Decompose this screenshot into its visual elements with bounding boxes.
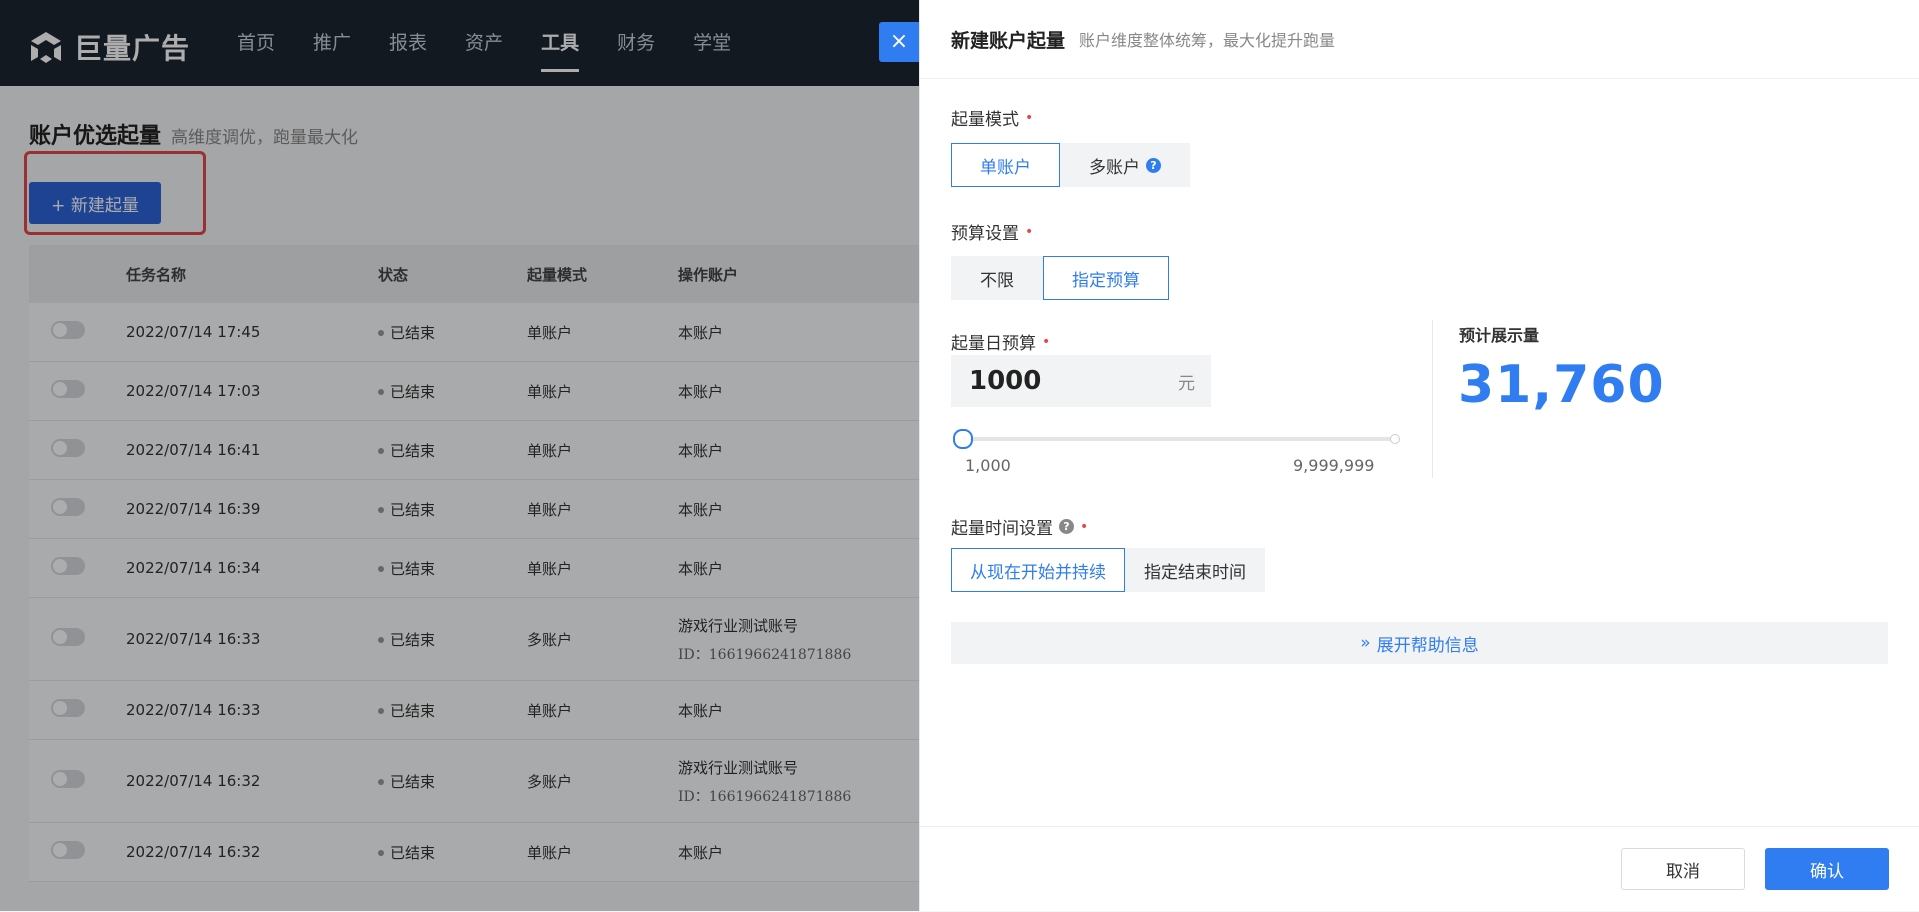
budget-slider-end-mark [1390, 434, 1400, 444]
time-setting-label-text: 起量时间设置 [951, 519, 1053, 539]
estimate-value: 31,760 [1458, 355, 1665, 415]
drawer-header: 新建账户起量 账户维度整体统筹，最大化提升跑量 [920, 0, 1919, 79]
confirm-button[interactable]: 确认 [1765, 848, 1889, 890]
drawer-title: 新建账户起量 [951, 29, 1066, 52]
budget-slider-handle[interactable] [953, 429, 973, 449]
expand-help-button[interactable]: » 展开帮助信息 [951, 622, 1888, 664]
daily-budget-unit: 元 [1178, 373, 1195, 394]
time-option-continuous[interactable]: 从现在开始并持续 [951, 548, 1125, 592]
help-question-icon[interactable]: ? [1059, 519, 1074, 534]
daily-budget-label: 起量日预算 • [951, 329, 1051, 355]
mode-option-multi[interactable]: 多账户 ? [1060, 143, 1190, 187]
daily-budget-input[interactable]: 1000 元 [951, 355, 1211, 407]
budget-option-unlimited-label: 不限 [980, 270, 1014, 291]
budget-label: 预算设置 • [951, 219, 1034, 245]
new-boost-drawer: 新建账户起量 账户维度整体统筹，最大化提升跑量 起量模式 • 单账户 多账户 ?… [919, 0, 1919, 911]
time-option-continuous-label: 从现在开始并持续 [970, 562, 1106, 583]
time-segmented-control: 从现在开始并持续 指定结束时间 [951, 548, 1265, 592]
budget-option-unlimited[interactable]: 不限 [951, 256, 1043, 300]
estimate-label: 预计展示量 [1459, 326, 1540, 345]
budget-label-text: 预算设置 [951, 224, 1019, 244]
daily-budget-value: 1000 [969, 366, 1042, 396]
budget-option-specified-label: 指定预算 [1072, 270, 1140, 291]
budget-segmented-control: 不限 指定预算 [951, 256, 1169, 300]
budget-option-specified[interactable]: 指定预算 [1043, 256, 1169, 300]
help-question-icon[interactable]: ? [1146, 157, 1161, 173]
mode-segmented-control: 单账户 多账户 ? [951, 143, 1190, 187]
budget-slider-track[interactable] [953, 429, 1400, 449]
cancel-button[interactable]: 取消 [1621, 848, 1745, 890]
background-app: 巨量广告 首页 推广 报表 资产 工具 财务 学堂 账户优选起量 高维度调优，跑… [0, 0, 919, 911]
expand-help-label: 展开帮助信息 [1376, 635, 1479, 656]
slider-min-label: 1,000 [965, 456, 1011, 475]
double-chevron-down-icon: » [1360, 633, 1371, 653]
drawer-footer: 取消 确认 [920, 826, 1919, 912]
required-mark-icon: • [1025, 109, 1034, 126]
time-option-end-time-label: 指定结束时间 [1144, 562, 1246, 583]
mode-option-multi-label: 多账户 [1089, 157, 1140, 178]
required-mark-icon: • [1025, 223, 1034, 240]
modal-overlay[interactable] [0, 0, 919, 911]
vertical-divider [1432, 320, 1433, 478]
daily-budget-label-text: 起量日预算 [951, 334, 1036, 354]
mode-option-single-label: 单账户 [980, 157, 1031, 178]
required-mark-icon: • [1042, 333, 1051, 350]
drawer-close-button[interactable]: × [879, 22, 919, 62]
time-option-end-time[interactable]: 指定结束时间 [1125, 548, 1265, 592]
mode-option-single[interactable]: 单账户 [951, 143, 1060, 187]
required-mark-icon: • [1080, 518, 1089, 535]
slider-max-label: 9,999,999 [1293, 456, 1375, 475]
mode-label: 起量模式 • [951, 105, 1034, 131]
mode-label-text: 起量模式 [951, 110, 1019, 130]
drawer-subtitle: 账户维度整体统筹，最大化提升跑量 [1079, 31, 1336, 50]
time-setting-label: 起量时间设置 ? • [951, 514, 1089, 540]
